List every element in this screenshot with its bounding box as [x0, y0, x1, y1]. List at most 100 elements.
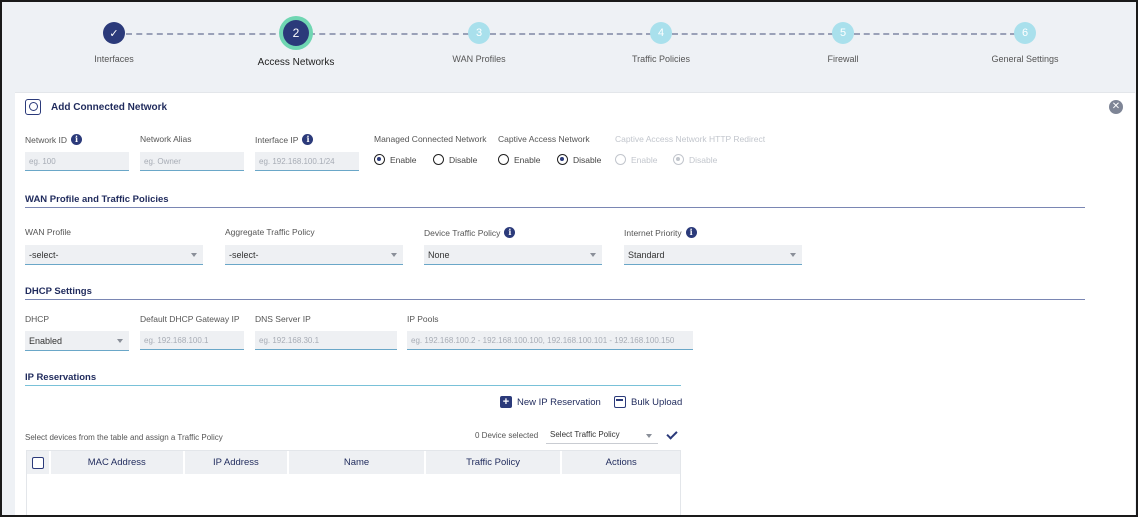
aggregate-policy-select[interactable]: -select-: [225, 245, 403, 265]
network-id-input[interactable]: eg. 100: [25, 152, 129, 171]
radio-label: Enable: [631, 154, 658, 165]
info-icon[interactable]: i: [302, 134, 314, 145]
captive-network-label: Captive Access Network: [498, 134, 590, 144]
ip-pools-label: IP Pools: [407, 314, 439, 324]
managed-enable-radio[interactable]: Enable: [374, 154, 416, 165]
chevron-down-icon: [590, 253, 596, 257]
step-label: Interfaces: [94, 54, 134, 64]
network-id-label: Network ID i: [25, 134, 83, 145]
step-label: WAN Profiles: [452, 54, 506, 64]
select-all-checkbox[interactable]: [31, 456, 44, 469]
ip-pools-input[interactable]: eg. 192.168.100.2 - 192.168.100.100, 192…: [407, 331, 693, 350]
radio-selected-icon: [374, 154, 385, 165]
dns-server-input[interactable]: eg. 192.168.30.1: [255, 331, 397, 350]
dhcp-select[interactable]: Enabled: [25, 331, 129, 351]
column-header-traffic-policy[interactable]: Traffic Policy: [426, 451, 563, 474]
dhcp-label: DHCP: [25, 314, 50, 324]
step-interfaces[interactable]: ✓ Interfaces: [54, 22, 174, 64]
table-instruction: Select devices from the table and assign…: [25, 433, 223, 442]
step-traffic-policies[interactable]: 4 Traffic Policies: [601, 22, 721, 64]
button-label: Bulk Upload: [631, 396, 683, 408]
dhcp-section-title: DHCP Settings: [25, 286, 92, 297]
step-label: General Settings: [991, 54, 1059, 64]
label-text: Interface IP: [255, 134, 299, 145]
radio-label: Disable: [689, 154, 718, 165]
add-network-card: Add Connected Network ✕ Network ID i Net…: [15, 92, 1135, 515]
step-number: 4: [650, 22, 672, 44]
traffic-policy-select[interactable]: Select Traffic Policy: [546, 426, 658, 444]
wizard-stepper: ✓ Interfaces 2 Access Networks 3 WAN Pro…: [2, 2, 1136, 88]
radio-empty-icon: [498, 154, 509, 165]
select-all-cell: [27, 451, 51, 474]
step-number: 2: [283, 20, 309, 46]
chevron-down-icon: [117, 339, 123, 343]
app-frame: ✓ Interfaces 2 Access Networks 3 WAN Pro…: [0, 0, 1138, 517]
interface-ip-input[interactable]: eg. 192.168.100.1/24: [255, 152, 359, 171]
device-policy-label: Device Traffic Policy i: [424, 227, 516, 238]
radio-selected-icon: [557, 154, 568, 165]
wan-profile-label: WAN Profile: [25, 227, 71, 237]
column-header-actions: Actions: [605, 457, 637, 468]
aggregate-policy-label: Aggregate Traffic Policy: [225, 227, 315, 237]
card-header: Add Connected Network: [25, 99, 167, 115]
network-icon: [25, 99, 41, 115]
radio-label: Disable: [573, 154, 602, 165]
device-policy-select[interactable]: None: [424, 245, 602, 265]
column-header-name[interactable]: Name: [289, 451, 426, 474]
gateway-ip-label: Default DHCP Gateway IP: [140, 314, 240, 324]
chevron-down-icon: [646, 434, 652, 438]
apply-check-icon[interactable]: [666, 428, 678, 440]
step-wan-profiles[interactable]: 3 WAN Profiles: [419, 22, 539, 64]
step-access-networks[interactable]: 2 Access Networks: [236, 20, 356, 68]
network-alias-input[interactable]: eg. Owner: [140, 152, 244, 171]
wan-profile-select[interactable]: -select-: [25, 245, 203, 265]
section-divider: [25, 385, 681, 386]
column-header-mac[interactable]: MAC Address: [51, 451, 185, 474]
select-value: -select-: [29, 250, 59, 260]
button-label: New IP Reservation: [517, 396, 601, 408]
wan-section-title: WAN Profile and Traffic Policies: [25, 194, 169, 205]
label-text: Internet Priority: [624, 227, 682, 238]
step-general-settings[interactable]: 6 General Settings: [965, 22, 1085, 64]
radio-selected-icon: [673, 154, 684, 165]
close-icon[interactable]: ✕: [1109, 100, 1123, 114]
step-label: Access Networks: [257, 57, 335, 68]
plus-icon: +: [500, 396, 512, 408]
internet-priority-select[interactable]: Standard: [624, 245, 802, 265]
chevron-down-icon: [191, 253, 197, 257]
label-text: Device Traffic Policy: [424, 227, 501, 238]
step-number: 6: [1014, 22, 1036, 44]
label-text: Network ID: [25, 134, 68, 145]
step-label: Traffic Policies: [631, 54, 691, 64]
step-firewall[interactable]: 5 Firewall: [783, 22, 903, 64]
captive-disable-radio[interactable]: Disable: [557, 154, 601, 165]
radio-label: Disable: [449, 154, 478, 165]
column-header-ip[interactable]: IP Address: [185, 451, 290, 474]
select-value: Enabled: [29, 336, 63, 346]
select-value: Select Traffic Policy: [550, 430, 620, 439]
dns-server-label: DNS Server IP: [255, 314, 311, 324]
ip-reservations-title: IP Reservations: [25, 372, 97, 383]
gateway-ip-input[interactable]: eg. 192.168.100.1: [140, 331, 244, 350]
managed-network-label: Managed Connected Network: [374, 134, 487, 144]
managed-disable-radio[interactable]: Disable: [433, 154, 477, 165]
http-redirect-label: Captive Access Network HTTP Redirect: [615, 134, 766, 144]
radio-label: Enable: [390, 154, 417, 165]
info-icon[interactable]: i: [71, 134, 83, 145]
internet-priority-label: Internet Priority i: [624, 227, 697, 238]
section-divider: [25, 299, 1085, 300]
selected-count: 0 Device selected: [475, 431, 539, 440]
info-icon[interactable]: i: [504, 227, 516, 238]
bulk-upload-button[interactable]: Bulk Upload: [614, 396, 682, 408]
network-alias-label: Network Alias: [140, 134, 192, 144]
new-ip-reservation-button[interactable]: + New IP Reservation: [500, 396, 601, 408]
step-label: Firewall: [827, 54, 859, 64]
step-number: 5: [832, 22, 854, 44]
step-number: 3: [468, 22, 490, 44]
interface-ip-label: Interface IP i: [255, 134, 314, 145]
captive-enable-radio[interactable]: Enable: [498, 154, 540, 165]
radio-empty-icon: [615, 154, 626, 165]
card-title: Add Connected Network: [51, 101, 168, 113]
info-icon[interactable]: i: [685, 227, 697, 238]
select-value: None: [428, 250, 450, 260]
